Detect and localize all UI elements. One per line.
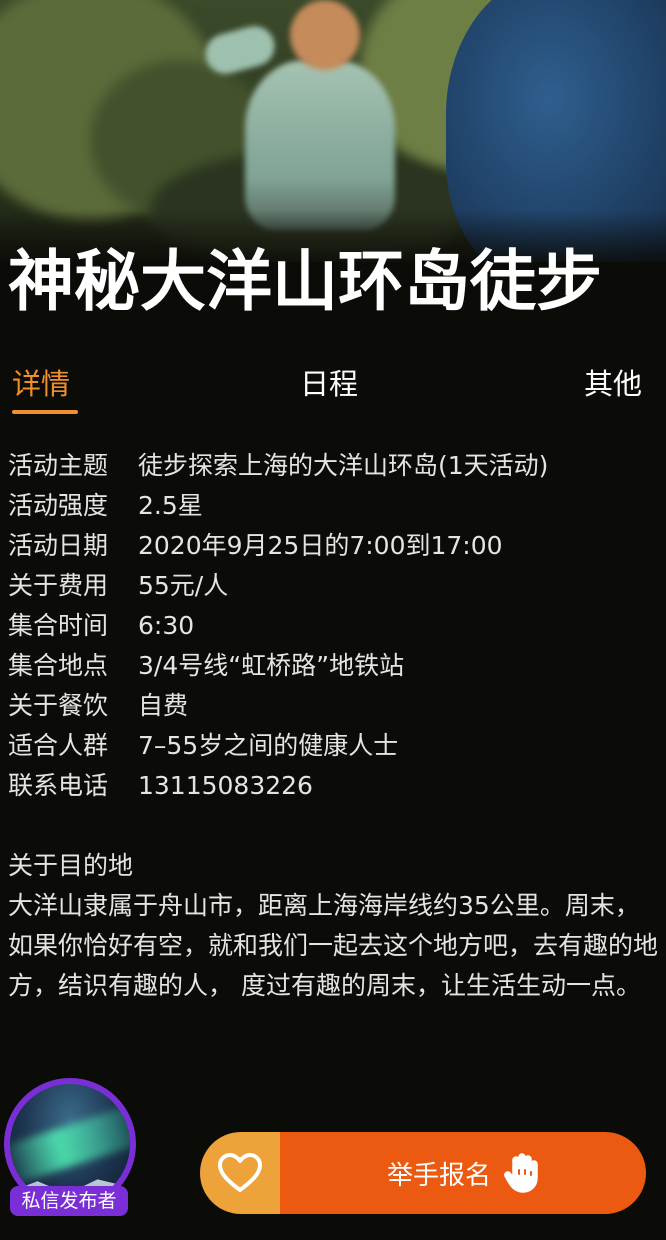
publisher-avatar-group[interactable]: 私信发布者 — [4, 1078, 136, 1216]
detail-row-theme: 活动主题 徒步探索上海的大洋山环岛(1天活动) — [8, 446, 658, 486]
raised-hand-icon — [504, 1153, 538, 1193]
active-tab-indicator — [12, 410, 78, 414]
detail-value: 徒步探索上海的大洋山环岛(1天活动) — [138, 451, 549, 480]
detail-label: 活动强度 — [8, 491, 109, 520]
detail-row-meals: 关于餐饮 自费 — [8, 686, 658, 726]
hero-image — [0, 0, 666, 262]
detail-label: 集合时间 — [8, 611, 109, 640]
destination-heading: 关于目的地 — [8, 851, 134, 880]
detail-value: 自费 — [138, 691, 189, 720]
detail-row-meet-place: 集合地点 3/4号线“虹桥路”地铁站 — [8, 646, 658, 686]
detail-label: 关于餐饮 — [8, 691, 109, 720]
signup-label: 举手报名 — [386, 1160, 491, 1191]
detail-label: 适合人群 — [8, 731, 109, 760]
tab-schedule[interactable]: 日程 — [300, 364, 358, 404]
detail-value: 2.5星 — [138, 491, 203, 520]
detail-value: 7–55岁之间的健康人士 — [138, 731, 399, 760]
detail-value: 55元/人 — [138, 571, 229, 600]
activity-details-list: 活动主题 徒步探索上海的大洋山环岛(1天活动) 活动强度 2.5星 活动日期 2020… — [8, 446, 658, 806]
detail-row-audience: 适合人群 7–55岁之间的健康人士 — [8, 726, 658, 766]
detail-row-intensity: 活动强度 2.5星 — [8, 486, 658, 526]
detail-label: 联系电话 — [8, 771, 109, 800]
detail-value: 3/4号线“虹桥路”地铁站 — [138, 651, 405, 680]
detail-value: 2020年9月25日的7:00到17:00 — [138, 531, 503, 560]
detail-label: 集合地点 — [8, 651, 109, 680]
detail-value: 6:30 — [138, 611, 195, 640]
favorite-button[interactable] — [200, 1132, 280, 1214]
phone-number[interactable]: 13115083226 — [138, 771, 313, 800]
action-bar: 举手报名 — [200, 1132, 646, 1214]
tab-details[interactable]: 详情 — [12, 364, 70, 404]
detail-label: 活动日期 — [8, 531, 109, 560]
detail-label: 关于费用 — [8, 571, 109, 600]
detail-row-meet-time: 集合时间 6:30 — [8, 606, 658, 646]
signup-button[interactable]: 举手报名 — [280, 1132, 646, 1214]
tab-bar: 详情 日程 其他 — [0, 360, 666, 420]
heart-icon — [218, 1153, 262, 1192]
page-title: 神秘大洋山环岛徒步 — [8, 243, 602, 320]
message-publisher-button[interactable]: 私信发布者 — [10, 1186, 128, 1216]
tab-other[interactable]: 其他 — [584, 364, 642, 404]
detail-label: 活动主题 — [8, 451, 109, 480]
detail-row-phone: 联系电话 13115083226 — [8, 766, 658, 806]
detail-row-fee: 关于费用 55元/人 — [8, 566, 658, 606]
destination-description: 大洋山隶属于舟山市，距离上海海岸线约35公里。周末，如果你恰好有空，就和我们一起… — [8, 891, 659, 1000]
detail-row-date: 活动日期 2020年9月25日的7:00到17:00 — [8, 526, 658, 566]
